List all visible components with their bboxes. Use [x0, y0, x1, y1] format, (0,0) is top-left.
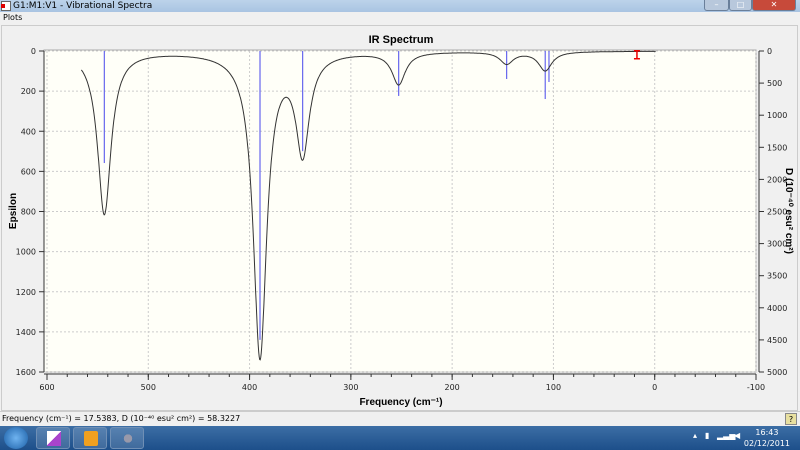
- start-button[interactable]: [4, 427, 28, 449]
- chart-panel: IR Spectrum 600 500 400 300 200 100 0 -100 0 200 4…: [1, 25, 798, 411]
- y-tick-label: 600: [21, 167, 36, 176]
- power-icon[interactable]: ▮: [705, 431, 709, 440]
- y2-tick-label: 4000: [767, 304, 787, 313]
- y2-tick-label: 1000: [767, 111, 787, 120]
- y-tick-label: 0: [31, 47, 36, 56]
- minimize-button[interactable]: –: [704, 0, 729, 11]
- volume-icon[interactable]: ◀: [734, 431, 740, 440]
- clock-date: 02/12/2011: [743, 439, 790, 448]
- y-tick-label: 400: [21, 127, 36, 136]
- menu-bar: Plots: [0, 12, 800, 24]
- y-tick-label: 1400: [16, 328, 36, 337]
- window-title: G1:M1:V1 - Vibrational Spectra: [13, 1, 153, 11]
- x-tick-label: 600: [39, 383, 54, 392]
- y2-tick-label: 500: [767, 79, 782, 88]
- status-bar: Frequency (cm⁻¹) = 17.5383, D (10⁻⁴⁰ esu…: [0, 411, 800, 426]
- y-axis-label: Epsilon: [8, 193, 19, 229]
- y2-tick-label: 4500: [767, 336, 787, 345]
- y-tick-label: 1000: [16, 248, 36, 257]
- title-bar: G1:M1:V1 - Vibrational Spectra – □ ✕: [0, 0, 800, 12]
- y-tick-label: 1600: [16, 368, 36, 377]
- document-icon: [47, 431, 61, 446]
- app-icon: [1, 1, 11, 11]
- ir-spectrum-chart[interactable]: IR Spectrum 600 500 400 300 200 100 0 -10002004…: [2, 26, 799, 412]
- y2-axis-label: D (10⁻⁴⁰ esu² cm²): [783, 168, 794, 254]
- x-tick-label: 500: [141, 383, 156, 392]
- y-tick-label: 800: [21, 208, 36, 217]
- chart-title: IR Spectrum: [369, 34, 434, 46]
- close-button[interactable]: ✕: [752, 0, 796, 11]
- y2-tick-label: 0: [767, 47, 772, 56]
- y-tick-label: 200: [21, 87, 36, 96]
- y2-tick-label: 1500: [767, 143, 787, 152]
- x-axis-label: Frequency (cm⁻¹): [359, 397, 442, 408]
- y-tick-label: 1200: [16, 288, 36, 297]
- network-icon[interactable]: ▂▃▅: [717, 431, 735, 440]
- x-tick-label: 0: [652, 383, 657, 392]
- gaussview-icon: [121, 431, 135, 446]
- help-icon[interactable]: ?: [785, 413, 797, 425]
- clock-time: 16:43: [755, 428, 779, 437]
- y2-tick-label: 5000: [767, 368, 787, 377]
- x-tick-label: 400: [242, 383, 257, 392]
- x-tick-label: 300: [343, 383, 358, 392]
- maximize-button[interactable]: □: [729, 0, 752, 11]
- x-tick-label: 200: [445, 383, 460, 392]
- outlook-icon: [84, 431, 98, 446]
- taskbar: ▴ ▮ ▂▃▅ ◀ 16:43 02/12/2011: [0, 426, 800, 450]
- taskbar-gaussview-app[interactable]: [110, 427, 144, 449]
- taskbar-document-app[interactable]: [36, 427, 70, 449]
- show-hidden-icons[interactable]: ▴: [693, 431, 697, 440]
- menu-plots[interactable]: Plots: [3, 12, 22, 24]
- cursor-readout: Frequency (cm⁻¹) = 17.5383, D (10⁻⁴⁰ esu…: [2, 414, 241, 423]
- clock[interactable]: 16:43 02/12/2011: [744, 427, 790, 449]
- x-tick-label: 100: [546, 383, 561, 392]
- x-tick-label: -100: [747, 383, 765, 392]
- y2-tick-label: 3500: [767, 272, 787, 281]
- taskbar-outlook-app[interactable]: [73, 427, 107, 449]
